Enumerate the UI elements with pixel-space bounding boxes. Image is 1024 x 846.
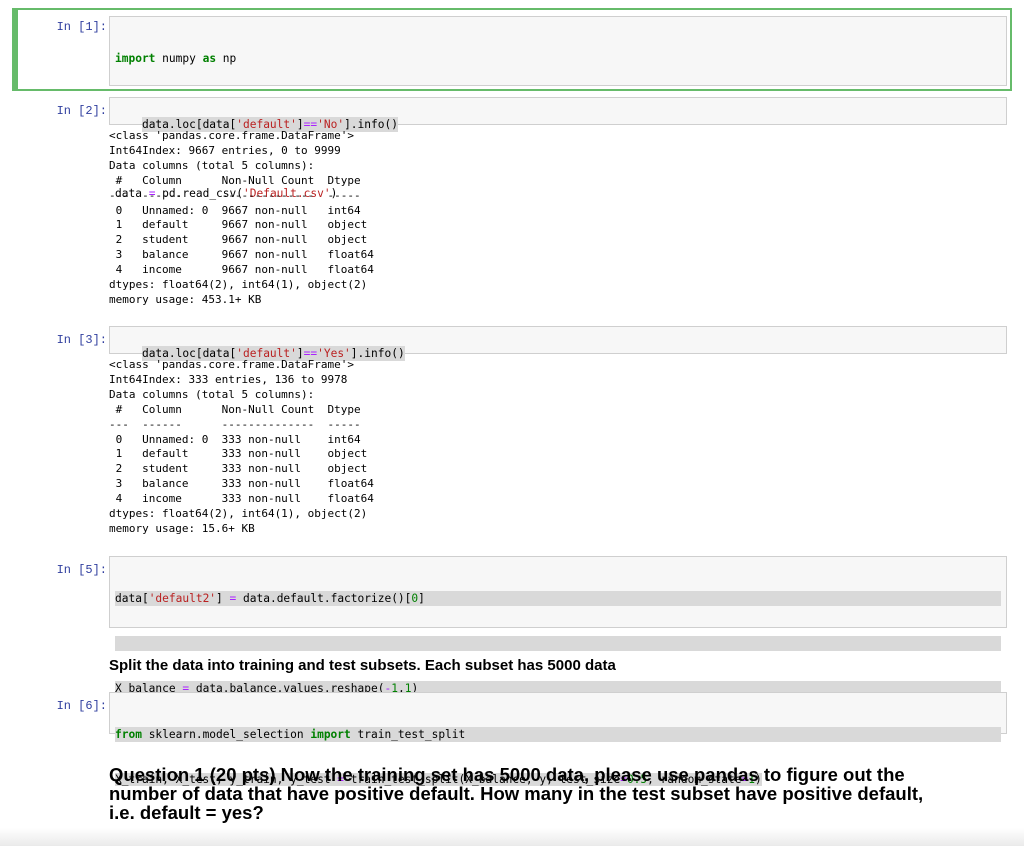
question-line-3: i.e. default = yes? <box>109 802 264 823</box>
output-line: Data columns (total 5 columns): <box>109 387 315 401</box>
code-input[interactable]: data.loc[data['default']=='Yes'].info() <box>109 326 1007 361</box>
output-line: dtypes: float64(2), int64(1), object(2) <box>109 278 368 292</box>
output-line: 0 Unnamed: 0 333 non-null int64 <box>109 432 374 446</box>
output-line: Int64Index: 333 entries, 136 to 9978 <box>109 372 348 386</box>
markdown-split-text: Split the data into training and test su… <box>109 657 616 674</box>
output-line: 3 balance 333 non-null float64 <box>109 477 374 491</box>
output-line: 3 balance 9667 non-null float64 <box>109 248 374 262</box>
code-cell-1[interactable]: In [1]: import numpy as np import pandas… <box>12 8 1012 200</box>
code-cell-5[interactable]: In [5]: data['default2'] = data.default.… <box>14 556 1010 740</box>
markdown-question: Question 1 (20 pts) Now the training set… <box>109 765 989 822</box>
output-line: 0 Unnamed: 0 9667 non-null int64 <box>109 203 374 217</box>
cell-prompt: In [2]: <box>56 104 107 118</box>
cell-prompt: In [5]: <box>56 563 107 577</box>
question-line-2: number of data that have positive defaul… <box>109 783 924 804</box>
output-line: # Column Non-Null Count Dtype <box>109 402 374 416</box>
output-line: <class 'pandas.core.frame.DataFrame'> <box>109 129 355 142</box>
code-input[interactable]: data.loc[data['default']=='No'].info() <box>109 97 1007 132</box>
output-line: <class 'pandas.core.frame.DataFrame'> <box>109 358 355 371</box>
cell-output: <class 'pandas.core.frame.DataFrame'> Int… <box>109 358 374 537</box>
output-line: 1 default 333 non-null object <box>109 447 374 461</box>
code-line <box>115 636 1001 651</box>
output-line: 4 income 9667 non-null float64 <box>109 263 374 277</box>
question-line-1: Question 1 (20 pts) Now the training set… <box>109 764 905 785</box>
cell-prompt: In [1]: <box>56 20 107 34</box>
code-cell-3[interactable]: In [3]: data.loc[data['default']=='Yes']… <box>14 326 1010 361</box>
output-line: memory usage: 453.1+ KB <box>109 292 262 306</box>
code-line: data['default2'] = data.default.factoriz… <box>115 591 1001 606</box>
code-input[interactable]: import numpy as np import pandas as pd d… <box>109 16 1007 200</box>
code-input[interactable]: from sklearn.model_selection import trai… <box>109 692 1007 786</box>
output-line: 1 default 9667 non-null object <box>109 218 374 232</box>
cell-output: <class 'pandas.core.frame.DataFrame'> Int… <box>109 129 374 308</box>
output-line: Data columns (total 5 columns): <box>109 158 315 172</box>
code-input[interactable]: data['default2'] = data.default.factoriz… <box>109 556 1007 740</box>
output-line: --- ------ -------------- ----- <box>109 188 374 202</box>
output-line: --- ------ -------------- ----- <box>109 417 374 431</box>
output-line: memory usage: 15.6+ KB <box>109 521 255 535</box>
output-line: dtypes: float64(2), int64(1), object(2) <box>109 507 368 521</box>
cell-prompt: In [3]: <box>56 333 107 347</box>
output-line: # Column Non-Null Count Dtype <box>109 173 374 187</box>
output-line: 4 income 333 non-null float64 <box>109 492 374 506</box>
output-line: Int64Index: 9667 entries, 0 to 9999 <box>109 143 341 157</box>
bottom-fade <box>0 828 1024 846</box>
code-line: from sklearn.model_selection import trai… <box>115 727 1001 742</box>
code-line: import numpy as np <box>115 52 237 65</box>
cell-prompt: In [6]: <box>56 699 107 713</box>
output-line: 2 student 333 non-null object <box>109 462 374 476</box>
code-cell-6[interactable]: In [6]: from sklearn.model_selection imp… <box>14 692 1010 786</box>
output-line: 2 student 9667 non-null object <box>109 233 374 247</box>
